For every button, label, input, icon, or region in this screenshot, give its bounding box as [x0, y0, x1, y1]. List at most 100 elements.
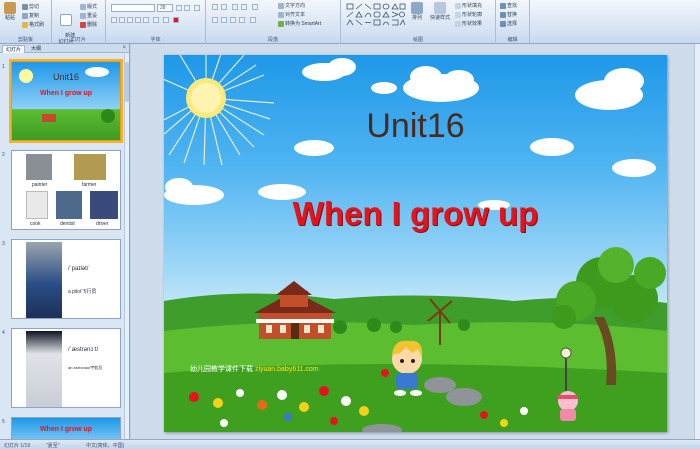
copy-button[interactable]: 复制 — [22, 12, 39, 19]
select-button[interactable]: 选择 — [500, 20, 517, 27]
copy-icon — [22, 12, 28, 19]
font-label: 字体 — [150, 37, 161, 43]
tab-outline[interactable]: 大纲 — [28, 45, 44, 53]
editor-scrollbar[interactable] — [694, 44, 700, 439]
slide-canvas[interactable]: Unit16 When I grow up 幼儿园教学课件下载 ziyuan.b… — [164, 55, 667, 432]
replace-button[interactable]: 替换 — [500, 11, 517, 18]
new-slide-icon — [60, 14, 72, 26]
thumb-1-subtitle: When I grow up — [39, 90, 93, 97]
find-button[interactable]: 查找 — [500, 2, 517, 9]
drawing-group: 排列 快速样式 形状填充 形状轮廓 形状效果 绘图 — [341, 0, 496, 44]
text-direction-icon — [278, 2, 284, 9]
font-color-icon[interactable] — [173, 17, 179, 23]
painter-photo — [26, 154, 52, 180]
cursor-icon — [500, 20, 506, 27]
decrease-indent-icon[interactable] — [232, 4, 238, 10]
language[interactable]: 中文(简体，中国) — [86, 442, 124, 449]
pilot-photo — [26, 242, 62, 318]
shadow-icon[interactable] — [143, 17, 149, 23]
line-spacing-icon[interactable] — [252, 4, 258, 10]
slide-title[interactable]: Unit16 — [164, 107, 667, 146]
slide-thumb-2[interactable]: painter farmer cook dentist driver — [11, 150, 121, 230]
thumb-1-title: Unit16 — [52, 72, 79, 82]
ribbon: 粘贴 剪切 复制 格式刷 剪贴板 新建 幻灯片 版式 重设 删除 幻灯片 28 … — [0, 0, 700, 45]
reset-button[interactable]: 重设 — [80, 12, 97, 19]
align-right-icon[interactable] — [230, 17, 236, 23]
grow-font-icon[interactable] — [176, 5, 182, 11]
effects-icon — [455, 20, 461, 27]
bullets-icon[interactable] — [212, 4, 218, 10]
columns-icon[interactable] — [250, 17, 256, 23]
paste-button[interactable]: 粘贴 — [3, 2, 17, 21]
slide-counter: 幻灯片 1/19 — [4, 443, 31, 449]
replace-icon — [500, 11, 506, 18]
status-bar: 幻灯片 1/19 "夏至" 中文(简体，中国) — [0, 439, 700, 449]
cartoon-girl — [558, 391, 578, 421]
case-icon[interactable] — [163, 17, 169, 23]
justify-icon[interactable] — [239, 17, 245, 23]
slide-thumb-1[interactable]: Unit16 When I grow up — [9, 59, 123, 143]
scissors-icon — [22, 3, 28, 10]
italic-icon[interactable] — [119, 17, 125, 23]
label-painter: painter — [32, 182, 48, 188]
layout-button[interactable]: 版式 — [80, 3, 97, 10]
shapes-gallery[interactable] — [346, 3, 406, 31]
slides-pane: 幻灯片 大纲 × 1 Unit16 When I grow up 2 paint… — [0, 44, 130, 439]
bold-icon[interactable] — [111, 17, 117, 23]
drawing-label: 绘图 — [412, 37, 423, 43]
quick-styles-button[interactable]: 快速样式 — [429, 2, 451, 21]
dentist-photo — [56, 191, 82, 219]
brush-icon — [22, 21, 28, 28]
font-group: 28 字体 — [106, 0, 206, 44]
shrink-font-icon[interactable] — [184, 5, 190, 11]
editing-group: 查找 替换 选择 编辑 — [496, 0, 530, 44]
slides-group: 新建 幻灯片 版式 重设 删除 幻灯片 — [52, 0, 106, 45]
slide-number: 5 — [2, 419, 5, 425]
label-cook: cook — [30, 221, 41, 227]
paragraph-group: 文字方向 对齐文本 转换为 SmartArt 段落 — [206, 0, 341, 44]
align-center-icon[interactable] — [221, 17, 227, 23]
align-text-button[interactable]: 对齐文本 — [278, 11, 305, 18]
numbering-icon[interactable] — [221, 4, 227, 10]
footer-url: ziyuan.baby611.com — [254, 366, 319, 373]
cut-button[interactable]: 剪切 — [22, 3, 39, 10]
clear-format-icon[interactable] — [194, 5, 200, 11]
tab-slides[interactable]: 幻灯片 — [2, 45, 26, 53]
astronaut-label: an astronaut宇航员 — [68, 365, 103, 370]
slide-footer: 幼儿园教学课件下载 ziyuan.baby611.com — [190, 364, 319, 374]
shape-outline-button[interactable]: 形状轮廓 — [455, 11, 482, 18]
underline-icon[interactable] — [127, 17, 133, 23]
clipboard-label: 剪贴板 — [17, 37, 33, 43]
arrange-button[interactable]: 排列 — [409, 2, 425, 21]
font-size-combo[interactable]: 28 — [157, 4, 173, 12]
slide-number: 3 — [2, 241, 5, 247]
fill-icon — [455, 2, 461, 9]
smartart-button[interactable]: 转换为 SmartArt — [278, 20, 321, 27]
label-dentist: dentist — [60, 221, 75, 227]
farmer-photo — [74, 154, 106, 180]
slide-number: 4 — [2, 330, 5, 336]
theme-name: "夏至" — [46, 443, 60, 449]
slide-thumb-5[interactable]: When I grow up — [11, 417, 121, 439]
slide-subtitle[interactable]: When I grow up — [164, 195, 667, 233]
slide-thumb-3[interactable]: /ˈpaɪlət/ a pilot飞行员 — [11, 239, 121, 319]
thumbnail-scrollbar[interactable] — [124, 54, 129, 439]
scrollbar-thumb[interactable] — [125, 62, 129, 102]
driver-photo — [90, 191, 118, 219]
align-left-icon[interactable] — [212, 17, 218, 23]
slide-thumb-4[interactable]: /ˈæstrənɔːt/ an astronaut宇航员 — [11, 328, 121, 408]
format-painter-button[interactable]: 格式刷 — [22, 21, 44, 28]
cook-photo — [26, 191, 48, 219]
label-farmer: farmer — [82, 182, 97, 188]
shape-effects-button[interactable]: 形状效果 — [455, 20, 482, 27]
text-direction-button[interactable]: 文字方向 — [278, 2, 305, 9]
close-icon[interactable]: × — [122, 45, 126, 51]
align-text-icon — [278, 11, 284, 18]
increase-indent-icon[interactable] — [241, 4, 247, 10]
spacing-icon[interactable] — [153, 17, 159, 23]
font-name-combo[interactable] — [111, 4, 155, 12]
shape-fill-button[interactable]: 形状填充 — [455, 2, 482, 9]
delete-button[interactable]: 删除 — [80, 21, 97, 28]
quick-styles-icon — [434, 2, 446, 14]
strikethrough-icon[interactable] — [135, 17, 141, 23]
